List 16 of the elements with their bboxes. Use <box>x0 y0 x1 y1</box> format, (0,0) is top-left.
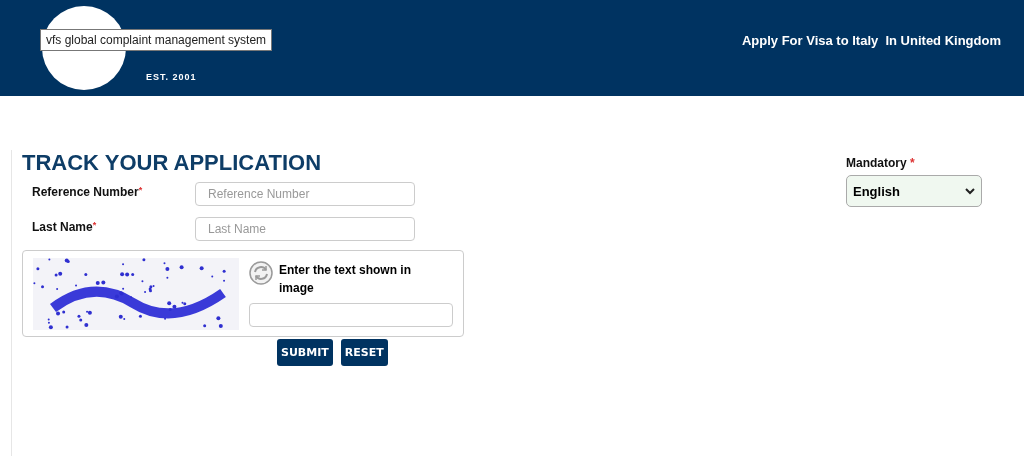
refresh-icon[interactable] <box>249 260 273 285</box>
captcha-prompt: Enter the text shown in image <box>279 261 412 297</box>
field-label: Reference Number* <box>32 184 144 199</box>
input-field[interactable]: Last Name <box>195 217 415 241</box>
form-button[interactable]: RESET <box>340 339 388 366</box>
input-field[interactable]: Reference Number <box>195 182 415 206</box>
language-select[interactable]: English <box>846 175 982 207</box>
tooltip: vfs global complaint management system <box>40 29 273 51</box>
chevron-icon <box>965 187 975 195</box>
field-label: Last Name* <box>32 219 98 234</box>
page-heading: TRACK YOUR APPLICATION <box>22 150 322 176</box>
header-title: Apply For Visa to Italy In United Kingdom <box>741 32 1002 48</box>
form-button[interactable]: SUBMIT <box>277 339 333 366</box>
captcha-input[interactable] <box>249 302 453 327</box>
logo-tagline: EST. 2001 <box>146 72 197 82</box>
language-label: Mandatory * <box>846 156 916 170</box>
